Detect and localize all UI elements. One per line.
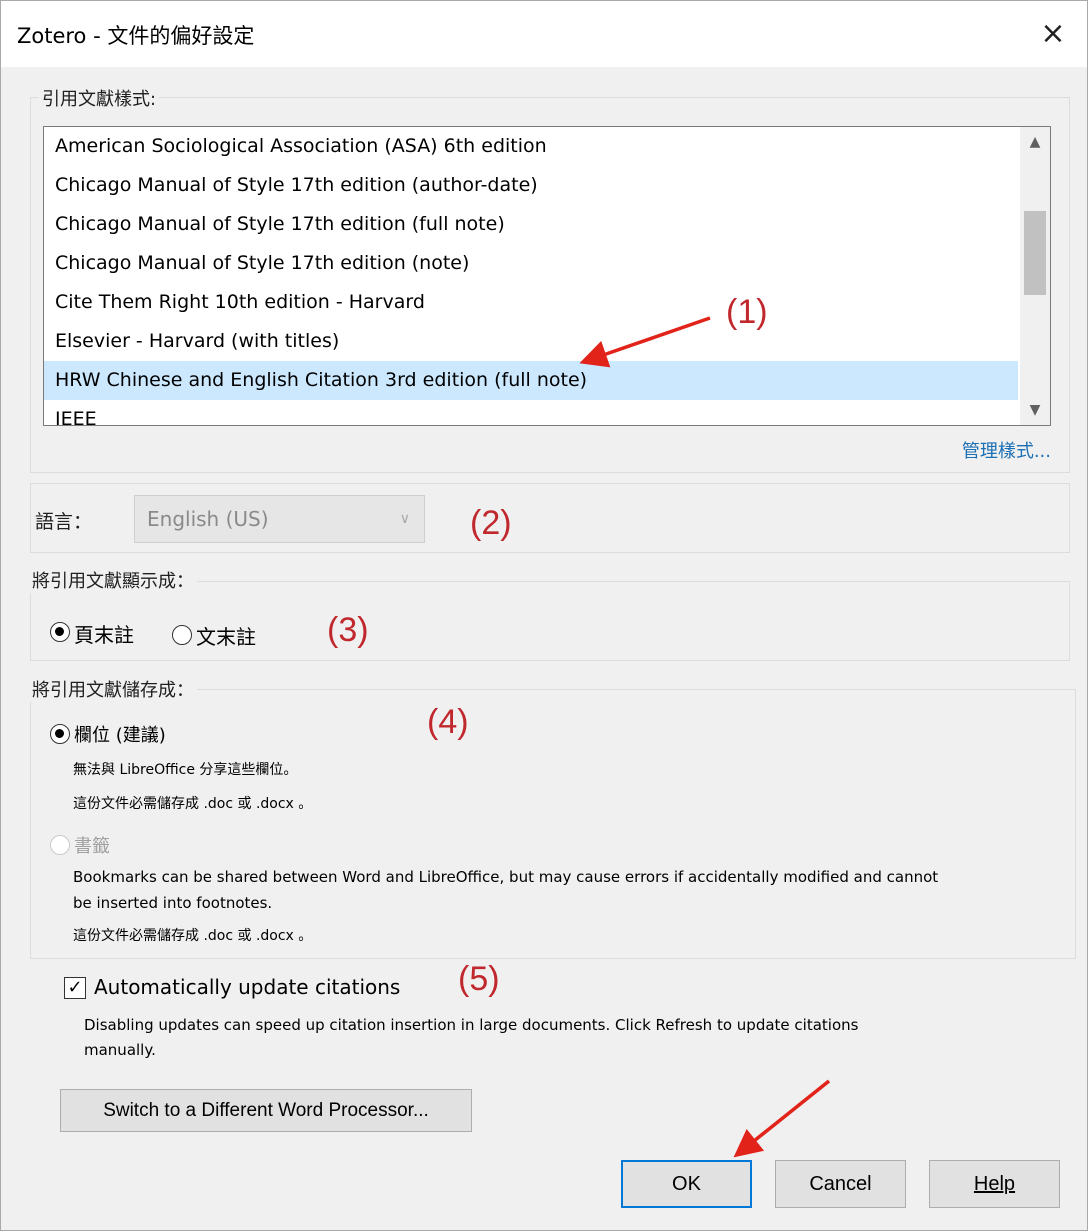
auto-update-checkbox[interactable]: ✓ <box>64 977 86 999</box>
list-item[interactable]: Elsevier - Harvard (with titles) <box>44 322 1018 361</box>
store-as-group <box>30 689 1076 959</box>
preferences-dialog: Zotero - 文件的偏好設定 × 引用文獻樣式: American Soci… <box>0 0 1088 1231</box>
language-select: English (US) ∨ <box>134 495 425 543</box>
fields-label[interactable]: 欄位 (建議) <box>74 721 166 747</box>
manage-styles-link[interactable]: 管理樣式... <box>962 437 1051 463</box>
close-icon[interactable]: × <box>1019 1 1087 65</box>
endnotes-label[interactable]: 文末註 <box>196 621 256 650</box>
annotation-3: (3) <box>327 611 369 649</box>
scroll-up-icon[interactable]: ▲ <box>1020 127 1050 157</box>
cancel-button[interactable]: Cancel <box>775 1160 906 1208</box>
scroll-down-icon[interactable]: ▼ <box>1020 395 1050 425</box>
auto-update-note: manually. <box>84 1041 156 1059</box>
annotation-4: (4) <box>427 703 469 741</box>
citation-style-label: 引用文獻樣式: <box>39 85 160 111</box>
fields-radio[interactable] <box>50 724 70 744</box>
auto-update-label[interactable]: Automatically update citations <box>94 975 400 999</box>
annotation-2: (2) <box>470 504 512 542</box>
auto-update-note: Disabling updates can speed up citation … <box>84 1016 859 1034</box>
footnotes-label[interactable]: 頁末註 <box>74 619 134 648</box>
title-bar: Zotero - 文件的偏好設定 × <box>1 1 1087 67</box>
language-label: 語言： <box>35 511 93 533</box>
bookmarks-label[interactable]: 書籤 <box>74 832 110 858</box>
language-value: English (US) <box>147 507 269 531</box>
list-item[interactable]: IEEE <box>44 400 1018 425</box>
vertical-scrollbar[interactable]: ▲ ▼ <box>1020 127 1050 425</box>
footnotes-radio[interactable] <box>50 622 70 642</box>
display-as-group <box>30 581 1070 661</box>
switch-word-processor-button[interactable]: Switch to a Different Word Processor... <box>60 1089 472 1132</box>
fields-note: 這份文件必需儲存成 .doc 或 .docx 。 <box>73 796 313 812</box>
store-as-label: 將引用文獻儲存成： <box>29 676 197 702</box>
annotation-1: (1) <box>726 293 768 331</box>
display-as-label: 將引用文獻顯示成： <box>29 567 197 593</box>
scroll-thumb[interactable] <box>1024 211 1046 295</box>
fields-note: 無法與 LibreOffice 分享這些欄位。 <box>73 762 298 778</box>
endnotes-radio[interactable] <box>172 625 192 645</box>
bookmarks-note: be inserted into footnotes. <box>73 894 273 912</box>
list-item[interactable]: Chicago Manual of Style 17th edition (fu… <box>44 205 1018 244</box>
bookmarks-note: 這份文件必需儲存成 .doc 或 .docx 。 <box>73 928 313 944</box>
annotation-5: (5) <box>458 960 500 998</box>
list-item-selected[interactable]: HRW Chinese and English Citation 3rd edi… <box>44 361 1018 400</box>
list-item[interactable]: American Sociological Association (ASA) … <box>44 127 1018 166</box>
bookmarks-note: Bookmarks can be shared between Word and… <box>73 868 939 886</box>
citation-style-list[interactable]: American Sociological Association (ASA) … <box>43 126 1051 426</box>
list-item[interactable]: Chicago Manual of Style 17th edition (no… <box>44 244 1018 283</box>
window-title: Zotero - 文件的偏好設定 <box>17 24 255 48</box>
help-button[interactable]: Help <box>929 1160 1060 1208</box>
help-label: Help <box>973 1172 1016 1195</box>
arrow-to-ok-button <box>733 1079 831 1158</box>
ok-button[interactable]: OK <box>621 1160 752 1208</box>
list-item[interactable]: Cite Them Right 10th edition - Harvard <box>44 283 1018 322</box>
bookmarks-radio[interactable] <box>50 835 70 855</box>
chevron-down-icon: ∨ <box>399 511 410 527</box>
list-item[interactable]: Chicago Manual of Style 17th edition (au… <box>44 166 1018 205</box>
